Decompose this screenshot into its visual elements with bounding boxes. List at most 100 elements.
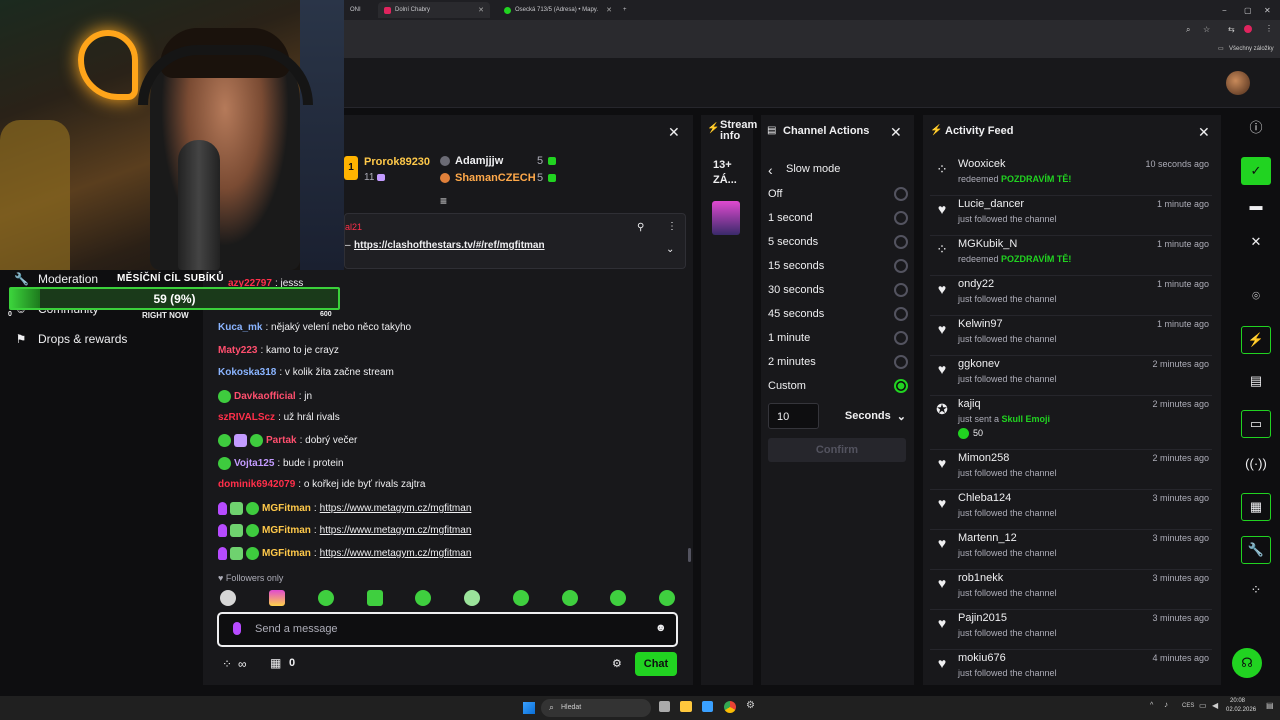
activity-item[interactable]: ♥ Pajin2015 just followed the channel 3 min… xyxy=(930,610,1212,650)
chat-username[interactable]: Vojta125 xyxy=(234,458,274,469)
store-icon[interactable] xyxy=(702,701,713,712)
close-icon[interactable]: ✕ xyxy=(1244,230,1268,254)
slow-mode-option[interactable]: 45 seconds xyxy=(768,307,908,321)
chrome-icon[interactable] xyxy=(724,701,736,713)
chat-username[interactable]: Kokoska318 xyxy=(218,367,276,378)
clock-time[interactable]: 20:08 xyxy=(1230,698,1245,704)
pin-icon[interactable]: ⚲ xyxy=(637,222,644,233)
capture-icon[interactable]: ⌾ xyxy=(1244,284,1268,308)
slow-mode-option[interactable]: 1 second xyxy=(768,211,908,225)
radio-button[interactable] xyxy=(894,259,908,273)
search-icon[interactable]: ⌕ xyxy=(1186,25,1190,35)
user-avatar[interactable] xyxy=(1226,71,1250,95)
activity-name[interactable]: Mimon258 xyxy=(958,452,1009,464)
activity-name[interactable]: Wooxicek xyxy=(958,158,1005,170)
settings-gear-icon[interactable]: ⚙ xyxy=(746,700,755,711)
emoji-icon[interactable]: ☻ xyxy=(655,622,667,634)
support-icon[interactable]: ☊ xyxy=(1232,648,1262,678)
emote-icon[interactable] xyxy=(659,590,675,606)
slow-mode-title[interactable]: Slow mode xyxy=(786,163,840,175)
emote-icon[interactable] xyxy=(415,590,431,606)
star-icon[interactable]: ☆ xyxy=(1203,25,1210,34)
task-view-icon[interactable] xyxy=(659,701,670,712)
chat-input[interactable]: Send a message ☻ xyxy=(217,612,678,647)
chat-close-icon[interactable]: ✕ xyxy=(668,124,680,141)
activity-name[interactable]: rob1nekk xyxy=(958,572,1003,584)
emote-icon[interactable] xyxy=(269,590,285,606)
close-window-button[interactable]: ✕ xyxy=(1258,2,1277,18)
tab-close-icon[interactable]: ✕ xyxy=(478,6,484,14)
new-tab-button[interactable]: + xyxy=(617,2,633,18)
nav-moderation[interactable]: 🔧 Moderation xyxy=(14,272,98,286)
chat-link[interactable]: https://www.metagym.cz/mgfitman xyxy=(320,548,472,559)
activity-item[interactable]: ♥ ggkonev just followed the channel 2 minut… xyxy=(930,356,1212,396)
check-icon[interactable]: ✓ xyxy=(1241,157,1271,185)
chat-scrollbar[interactable] xyxy=(688,548,691,562)
emote-icon[interactable] xyxy=(562,590,578,606)
more-icon[interactable]: ⋮ xyxy=(667,221,677,232)
nav-drops-rewards[interactable]: ⚑ Drops & rewards xyxy=(14,332,128,346)
chevron-up-icon[interactable]: ^ xyxy=(1150,702,1153,709)
chat-username[interactable]: Davkaofficial xyxy=(234,391,296,402)
tab-close-icon[interactable]: ✕ xyxy=(606,6,612,14)
activity-item[interactable]: ♥ Mimon258 just followed the channel 2 minu… xyxy=(930,450,1212,490)
activity-item[interactable]: ♥ Chleba124 just followed the channel 3 min… xyxy=(930,490,1212,530)
extension-icon[interactable]: ⇆ xyxy=(1228,25,1235,34)
activity-name[interactable]: kajiq xyxy=(958,398,981,410)
chat-username[interactable]: szRIVALScz xyxy=(218,412,275,423)
chat-send-button[interactable]: Chat xyxy=(635,652,677,676)
panel-icon[interactable]: ▦ xyxy=(1241,493,1271,521)
emote-icon[interactable] xyxy=(513,590,529,606)
emote-icon[interactable] xyxy=(318,590,334,606)
custom-value-input[interactable]: 10 xyxy=(768,403,819,429)
slow-mode-option[interactable]: 30 seconds xyxy=(768,283,908,297)
file-explorer-icon[interactable] xyxy=(680,701,692,712)
slow-mode-option[interactable]: 1 minute xyxy=(768,331,908,345)
activity-name[interactable]: Lucie_dancer xyxy=(958,198,1024,210)
activity-name[interactable]: MGKubik_N xyxy=(958,238,1017,250)
lightning-icon[interactable]: ⚡ xyxy=(1241,326,1271,354)
points-icon[interactable]: ⁘ xyxy=(1244,578,1268,602)
slow-mode-option-selected[interactable]: Custom xyxy=(768,379,908,393)
leaderboard-expand-icon[interactable]: ≡ xyxy=(440,194,447,208)
activity-item[interactable]: ♥ rob1nekk just followed the channel 3 minu… xyxy=(930,570,1212,610)
emote-icon[interactable] xyxy=(220,590,236,606)
layout-icon[interactable]: ▬ xyxy=(1244,194,1268,218)
activity-item[interactable]: ♥ mokiu676 just followed the channel 4 minu… xyxy=(930,650,1212,690)
activity-name[interactable]: Pajin2015 xyxy=(958,612,1007,624)
maximize-button[interactable]: ▢ xyxy=(1238,2,1258,18)
chat-username[interactable]: Partak xyxy=(266,435,297,446)
minimize-button[interactable]: − xyxy=(1216,2,1233,18)
slow-mode-option[interactable]: 15 seconds xyxy=(768,259,908,273)
browser-tab-partial[interactable]: ONI xyxy=(344,2,374,18)
chevron-down-icon[interactable]: ⌄ xyxy=(666,244,674,255)
activity-item[interactable]: ⁘ MGKubik_N redeemed POZDRAVÍM TĚ! 1 minute… xyxy=(930,236,1212,276)
activity-name[interactable]: Kelwin97 xyxy=(958,318,1003,330)
unit-select[interactable]: Seconds ⌄ xyxy=(830,403,906,429)
slow-mode-option[interactable]: 2 minutes xyxy=(768,355,908,369)
activity-name[interactable]: ggkonev xyxy=(958,358,1000,370)
channel-actions-close-icon[interactable]: ✕ xyxy=(890,124,902,141)
slow-mode-option[interactable]: Off xyxy=(768,187,908,201)
emote-icon[interactable] xyxy=(367,590,383,606)
all-bookmarks-label[interactable]: Všechny záložky xyxy=(1229,46,1274,52)
chat-username[interactable]: MGFitman xyxy=(262,548,311,559)
notes-icon[interactable]: ▤ xyxy=(1244,369,1268,393)
radio-button[interactable] xyxy=(894,331,908,345)
chat-username[interactable]: dominik6942079 xyxy=(218,479,295,490)
menu-icon[interactable]: ⋮ xyxy=(1265,24,1273,33)
activity-name[interactable]: mokiu676 xyxy=(958,652,1006,664)
activity-name[interactable]: Chleba124 xyxy=(958,492,1011,504)
leaderboard-name[interactable]: ShamanCZECH xyxy=(455,172,536,184)
browser-tab[interactable]: Dolní Chabry ✕ xyxy=(378,2,490,18)
browser-tab[interactable]: Osecká 713/5 (Adresa) • Mapy. ✕ xyxy=(498,2,618,18)
volume-icon[interactable]: ◀ xyxy=(1212,701,1218,710)
slow-mode-option[interactable]: 5 seconds xyxy=(768,235,908,249)
emote-icon[interactable] xyxy=(610,590,626,606)
activity-name[interactable]: Martenn_12 xyxy=(958,532,1017,544)
chat-username[interactable]: Maty223 xyxy=(218,345,257,356)
settings-gear-icon[interactable]: ⚙ xyxy=(612,657,622,670)
chat-username[interactable]: Kuca_mk xyxy=(218,322,262,333)
activity-item[interactable]: ♥ Martenn_12 just followed the channel 3 mi… xyxy=(930,530,1212,570)
radio-button-selected[interactable] xyxy=(894,379,908,393)
